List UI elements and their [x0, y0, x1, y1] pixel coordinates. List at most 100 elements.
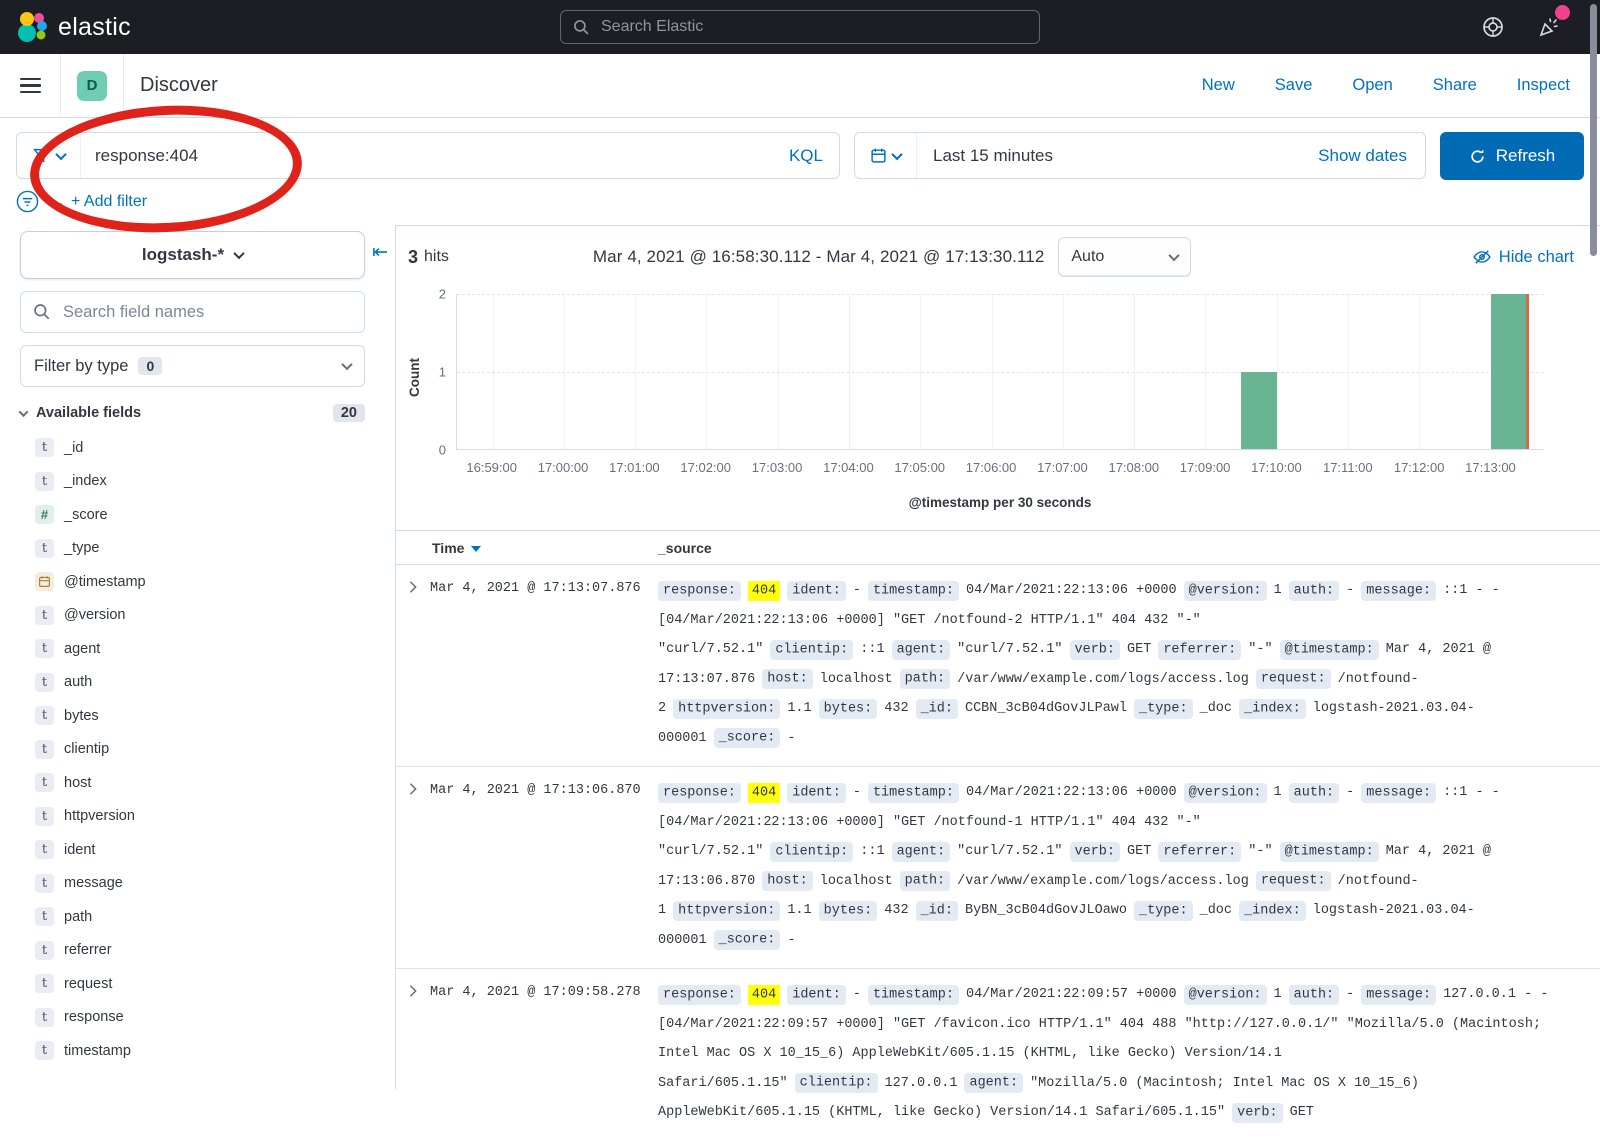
elastic-logo[interactable]: elastic [16, 11, 131, 43]
expand-row-icon[interactable] [406, 980, 430, 1128]
eye-closed-icon [1473, 248, 1491, 266]
field-value: "curl/7.52.1" [957, 844, 1062, 859]
field-key-badge: response: [658, 985, 741, 1005]
field-item-referrer[interactable]: treferrer [20, 934, 379, 968]
field-value: - [1346, 987, 1354, 1002]
show-dates-button[interactable]: Show dates [1318, 146, 1425, 166]
field-key-badge: agent: [892, 842, 951, 862]
field-value: GET [1127, 642, 1151, 657]
collapse-sidebar-icon[interactable]: ⇤ [372, 241, 388, 264]
field-name: clientip [64, 741, 109, 757]
field-key-badge: referrer: [1158, 640, 1241, 660]
scrollbar-thumb[interactable] [1590, 4, 1597, 256]
histogram-bar[interactable] [1491, 294, 1527, 449]
hits-label: hits [424, 248, 449, 266]
field-item-timestamp[interactable]: ttimestamp [20, 1034, 379, 1068]
string-type-icon: t [35, 673, 54, 692]
doc-row: Mar 4, 2021 @ 17:09:58.278response:404id… [396, 968, 1600, 1141]
field-key-badge: timestamp: [868, 783, 959, 803]
time-column-header[interactable]: Time [432, 540, 658, 556]
field-key-badge: host: [762, 669, 813, 689]
nav-new-button[interactable]: New [1202, 76, 1235, 95]
nav-share-button[interactable]: Share [1433, 76, 1477, 95]
app-badge: D [77, 71, 107, 101]
time-range-value[interactable]: Last 15 minutes [917, 146, 1053, 166]
index-pattern-switcher[interactable]: logstash-* [20, 231, 365, 279]
field-name: timestamp [64, 1043, 131, 1059]
x-tick-label: 17:06:00 [966, 460, 1017, 475]
interval-select[interactable]: Auto [1058, 237, 1191, 277]
query-input[interactable] [81, 146, 773, 166]
field-item-request[interactable]: trequest [20, 967, 379, 1001]
field-item-httpversion[interactable]: thttpversion [20, 800, 379, 834]
field-item-version[interactable]: t@version [20, 599, 379, 633]
nav-open-button[interactable]: Open [1352, 76, 1392, 95]
field-key-badge: message: [1361, 985, 1436, 1005]
chart-plot[interactable] [456, 294, 1544, 450]
filter-circle-icon[interactable] [16, 190, 39, 213]
expand-row-icon[interactable] [406, 778, 430, 955]
add-filter-button[interactable]: + Add filter [71, 193, 147, 211]
doc-timestamp: Mar 4, 2021 @ 17:13:06.870 [430, 778, 658, 955]
field-item-id[interactable]: t_id [20, 431, 379, 465]
field-key-badge: verb: [1232, 1103, 1283, 1123]
field-value: GET [1290, 1105, 1314, 1120]
help-icon[interactable] [1480, 14, 1506, 40]
field-value: "curl/7.52.1" [957, 642, 1062, 657]
news-feed-icon[interactable] [1536, 14, 1562, 40]
field-value: GET [1127, 844, 1151, 859]
global-header: elastic [0, 0, 1600, 54]
field-search-input[interactable] [61, 302, 352, 323]
search-icon [33, 303, 51, 321]
histogram-bar[interactable] [1241, 372, 1277, 450]
string-type-icon: t [35, 807, 54, 826]
date-quick-select-button[interactable] [855, 133, 917, 178]
field-value: ::1 [860, 844, 884, 859]
field-item-clientip[interactable]: tclientip [20, 733, 379, 767]
highlighted-value: 404 [748, 783, 780, 803]
field-item-host[interactable]: thost [20, 766, 379, 800]
field-key-badge: @version: [1184, 783, 1267, 803]
top-menu-links: New Save Open Share Inspect [1202, 76, 1600, 95]
field-value: 1.1 [787, 701, 811, 716]
field-value: "-" [1248, 642, 1272, 657]
nav-inspect-button[interactable]: Inspect [1517, 76, 1570, 95]
expand-row-icon[interactable] [406, 576, 430, 753]
field-item-ident[interactable]: tident [20, 833, 379, 867]
field-value: /var/www/example.com/logs/access.log [957, 874, 1249, 889]
nav-save-button[interactable]: Save [1275, 76, 1313, 95]
field-item-bytes[interactable]: tbytes [20, 699, 379, 733]
field-item-response[interactable]: tresponse [20, 1001, 379, 1035]
menu-icon[interactable] [0, 78, 60, 94]
field-key-badge: verb: [1070, 842, 1121, 862]
field-item-type[interactable]: t_type [20, 532, 379, 566]
field-value: 04/Mar/2021:22:13:06 +0000 [966, 583, 1177, 598]
query-language-button[interactable]: KQL [773, 146, 839, 166]
field-key-badge: ident: [787, 985, 846, 1005]
field-value: CCBN_3cB04dGovJLPawl [965, 701, 1127, 716]
refresh-button[interactable]: Refresh [1440, 132, 1584, 180]
field-item-auth[interactable]: tauth [20, 666, 379, 700]
field-item-message[interactable]: tmessage [20, 867, 379, 901]
field-value: 127.0.0.1 [885, 1076, 958, 1091]
field-key-badge: verb: [1070, 640, 1121, 660]
notification-dot [1555, 5, 1570, 20]
hide-chart-button[interactable]: Hide chart [1473, 248, 1574, 267]
field-search[interactable] [20, 291, 365, 333]
field-item-timestamp[interactable]: @timestamp [20, 565, 379, 599]
field-name: bytes [64, 708, 99, 724]
saved-query-menu-button[interactable] [17, 133, 81, 178]
filter-by-type-dropdown[interactable]: Filter by type 0 [20, 345, 365, 387]
global-search[interactable] [560, 10, 1040, 44]
field-value: 1 [1274, 583, 1282, 598]
field-item-score[interactable]: #_score [20, 498, 379, 532]
field-item-path[interactable]: tpath [20, 900, 379, 934]
field-item-agent[interactable]: tagent [20, 632, 379, 666]
field-item-index[interactable]: t_index [20, 465, 379, 499]
field-key-badge: clientip: [770, 640, 853, 660]
available-fields-header[interactable]: Available fields 20 [20, 404, 365, 422]
field-key-badge: _id: [916, 699, 958, 719]
field-key-badge: response: [658, 581, 741, 601]
field-name: agent [64, 641, 100, 657]
global-search-input[interactable] [599, 17, 1027, 37]
